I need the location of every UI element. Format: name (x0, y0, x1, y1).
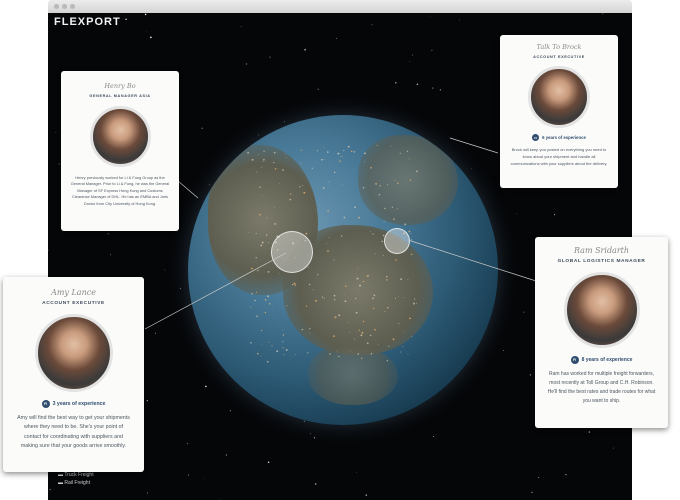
minimize-window-icon[interactable] (62, 4, 67, 9)
person-bio: Henry previously worked for Li & Fung Gr… (70, 175, 170, 206)
experience-text: 3 years of experience (52, 401, 106, 407)
connector-line (407, 239, 537, 282)
person-bio: Ram has worked for multiple freight forw… (547, 371, 656, 404)
avatar (563, 272, 640, 348)
flexport-badge-icon: FI (41, 400, 50, 408)
team-card-brock[interactable]: Talk To Brock ACCOUNT EXECUTIVE FI 6 yea… (500, 35, 618, 188)
person-name: Talk To Brock (536, 43, 582, 51)
person-role: ACCOUNT EXECUTIVE (42, 301, 105, 306)
person-bio: Brock will keep you posted on everything… (510, 147, 608, 166)
person-name: Henry Bo (104, 82, 136, 90)
legend-item-rail: ▬ Rail Freight (58, 480, 90, 486)
flexport-badge-icon: FI (532, 134, 540, 141)
avatar (34, 314, 113, 392)
avatar (528, 66, 590, 128)
connector-line (449, 137, 499, 154)
window-titlebar (48, 0, 632, 13)
close-window-icon[interactable] (54, 4, 59, 9)
legend-label: Truck Freight (64, 472, 94, 478)
experience-text: 8 years of experience (581, 357, 633, 363)
connector-line (177, 180, 199, 199)
avatar (89, 106, 151, 167)
team-card-henry[interactable]: Henry Bo GENERAL MANAGER ASIA Henry prev… (61, 71, 179, 231)
connector-line (144, 252, 287, 330)
team-card-ram[interactable]: Ram Sridarth GLOBAL LOGISTICS MANAGER FI… (535, 237, 668, 428)
person-role: GENERAL MANAGER ASIA (89, 94, 151, 98)
maximize-window-icon[interactable] (70, 4, 75, 9)
person-role: GLOBAL LOGISTICS MANAGER (557, 259, 646, 264)
experience-line: FI 3 years of experience (3, 400, 144, 408)
legend-label: Rail Freight (64, 480, 90, 486)
person-name: Amy Lance (51, 288, 96, 297)
experience-line: FI 8 years of experience (535, 356, 668, 364)
flexport-badge-icon: FI (570, 356, 579, 364)
person-name: Ram Sridarth (573, 246, 630, 255)
person-bio: Amy will find the best way to get your s… (17, 415, 130, 450)
window-controls[interactable] (54, 4, 75, 9)
team-card-amy[interactable]: Amy Lance ACCOUNT EXECUTIVE FI 3 years o… (3, 277, 144, 472)
experience-line: FI 6 years of experience (500, 134, 618, 141)
legend-item-truck: ▬ Truck Freight (58, 472, 94, 478)
person-role: ACCOUNT EXECUTIVE (533, 55, 585, 59)
experience-text: 6 years of experience (542, 135, 586, 140)
